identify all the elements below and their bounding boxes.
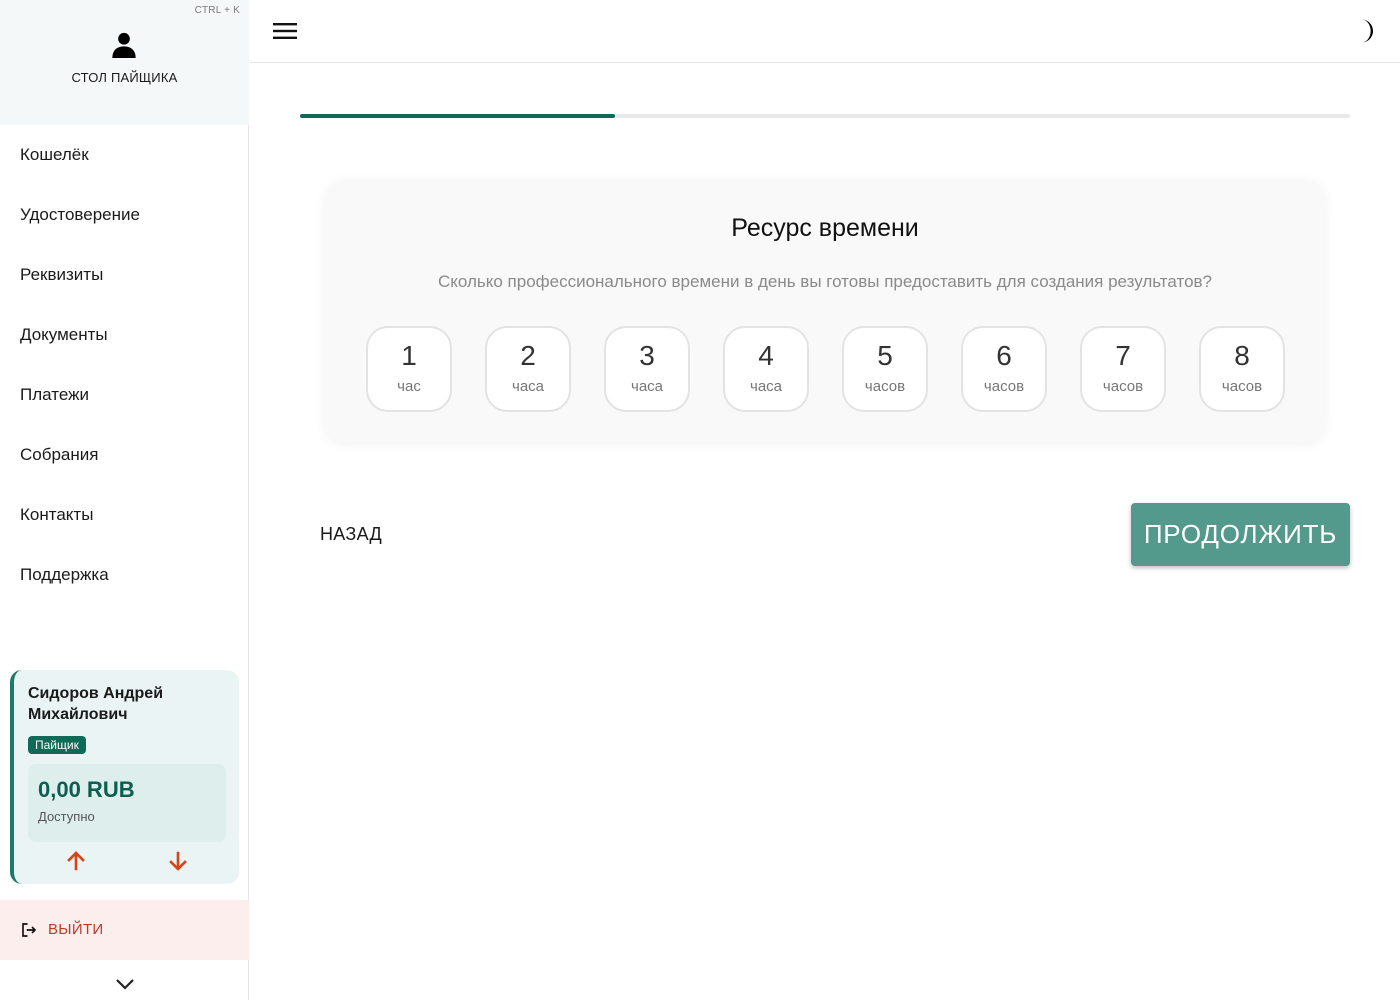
option-unit: часов xyxy=(1102,378,1144,395)
question-card: Ресурс времени Сколько профессионального… xyxy=(325,180,1325,442)
hours-option-5[interactable]: 5 часов xyxy=(842,326,928,412)
option-unit: часов xyxy=(1221,378,1263,395)
hamburger-menu-icon[interactable] xyxy=(272,19,298,43)
hours-option-7[interactable]: 7 часов xyxy=(1080,326,1166,412)
top-bar xyxy=(250,0,1400,63)
option-unit: часа xyxy=(512,378,544,395)
option-number: 7 xyxy=(1115,340,1131,371)
sidebar-item-certificate[interactable]: Удостоверение xyxy=(0,185,249,245)
profile-name: Сидоров Андрей Михайлович xyxy=(28,685,164,723)
role-badge: Пайщик xyxy=(28,736,86,754)
arrow-down-icon[interactable] xyxy=(166,849,190,873)
hours-option-2[interactable]: 2 часа xyxy=(485,326,571,412)
balance-amount: 0,00 RUB xyxy=(38,777,135,802)
option-unit: часа xyxy=(631,378,663,395)
sidebar-item-documents[interactable]: Документы xyxy=(0,305,249,365)
moon-icon[interactable] xyxy=(1352,17,1380,45)
sidebar-item-support[interactable]: Поддержка xyxy=(0,545,249,605)
sidebar-title: СТОЛ ПАЙЩИКА xyxy=(71,70,178,85)
option-unit: часа xyxy=(750,378,782,395)
option-number: 1 xyxy=(401,340,417,371)
option-unit: часов xyxy=(983,378,1025,395)
logout-button[interactable]: ВЫЙТИ xyxy=(0,900,249,960)
sidebar-header: CTRL + K СТОЛ ПАЙЩИКА xyxy=(0,0,249,125)
shortcut-hint: CTRL + K xyxy=(194,5,240,16)
option-number: 8 xyxy=(1234,340,1250,371)
option-number: 5 xyxy=(877,340,893,371)
option-number: 3 xyxy=(639,340,655,371)
hours-option-3[interactable]: 3 часа xyxy=(604,326,690,412)
sidebar: CTRL + K СТОЛ ПАЙЩИКА Кошелёк Удостовере… xyxy=(0,0,249,1000)
card-subtitle: Сколько профессионального времени в день… xyxy=(437,272,1213,291)
balance-label: Доступно xyxy=(38,809,95,824)
hours-option-1[interactable]: 1 час xyxy=(366,326,452,412)
logout-icon xyxy=(22,923,37,937)
option-unit: час xyxy=(397,378,421,395)
progress-fill xyxy=(300,114,615,118)
user-icon xyxy=(112,32,136,58)
logout-label: ВЫЙТИ xyxy=(48,921,104,938)
sidebar-nav: Кошелёк Удостоверение Реквизиты Документ… xyxy=(0,125,249,605)
sidebar-item-meetings[interactable]: Собрания xyxy=(0,425,249,485)
arrow-up-icon[interactable] xyxy=(64,849,88,873)
continue-button[interactable]: ПРОДОЛЖИТЬ xyxy=(1131,503,1350,566)
hours-option-8[interactable]: 8 часов xyxy=(1199,326,1285,412)
profile-card: Сидоров Андрей Михайлович Пайщик 0,00 RU… xyxy=(10,670,239,884)
option-number: 6 xyxy=(996,340,1012,371)
sidebar-item-wallet[interactable]: Кошелёк xyxy=(0,125,249,185)
balance-box: 0,00 RUB Доступно xyxy=(28,764,226,842)
hours-option-4[interactable]: 4 часа xyxy=(723,326,809,412)
option-number: 2 xyxy=(520,340,536,371)
hours-option-6[interactable]: 6 часов xyxy=(961,326,1047,412)
back-button[interactable]: НАЗАД xyxy=(320,524,382,545)
sidebar-item-contacts[interactable]: Контакты xyxy=(0,485,249,545)
option-number: 4 xyxy=(758,340,774,371)
progress-bar xyxy=(300,114,1350,118)
sidebar-item-payments[interactable]: Платежи xyxy=(0,365,249,425)
sidebar-item-requisites[interactable]: Реквизиты xyxy=(0,245,249,305)
card-title: Ресурс времени xyxy=(731,214,919,242)
chevron-down-icon[interactable] xyxy=(113,972,137,996)
hours-options: 1 час 2 часа 3 часа 4 часа 5 часов 6 час… xyxy=(366,326,1286,412)
option-unit: часов xyxy=(864,378,906,395)
